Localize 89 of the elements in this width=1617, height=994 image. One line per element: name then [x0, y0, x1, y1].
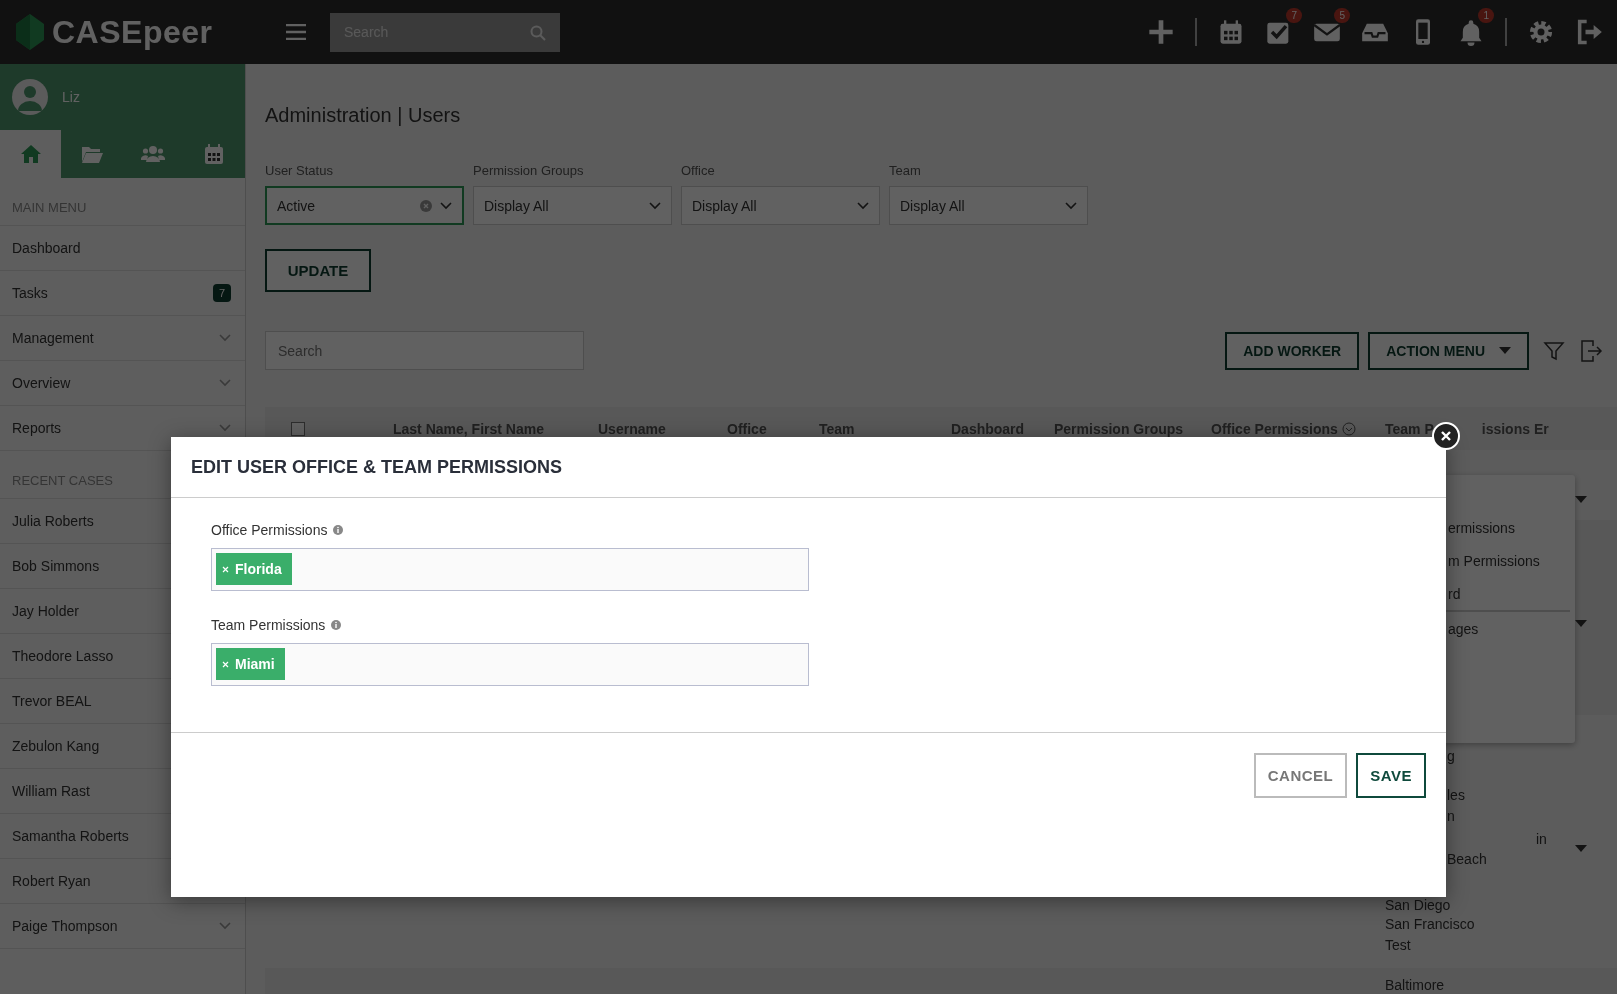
logout-icon: [1575, 18, 1603, 46]
menu-item-label: Overview: [12, 375, 71, 391]
chevron-icon: [649, 201, 661, 210]
filter-label: Team: [889, 163, 922, 178]
menu-item[interactable]: Management: [0, 316, 245, 361]
case-name: Samantha Roberts: [12, 828, 129, 844]
tag-chip[interactable]: Miami: [216, 648, 285, 680]
case-name: Jay Holder: [12, 603, 79, 619]
caret-icon: [1575, 845, 1587, 852]
clear-icon[interactable]: [420, 199, 432, 212]
caret-icon: [1575, 620, 1587, 627]
chevron-icon: [219, 922, 231, 930]
case-name: Trevor BEAL: [12, 693, 92, 709]
count-badge: 1: [1478, 8, 1494, 23]
case-name: Robert Ryan: [12, 873, 91, 889]
save-button[interactable]: SAVE: [1356, 753, 1426, 798]
update-button[interactable]: UPDATE: [265, 249, 371, 292]
menu-item[interactable]: Tasks 7: [0, 271, 245, 316]
menu-item[interactable]: Dashboard: [0, 226, 245, 271]
remove-icon[interactable]: [222, 565, 229, 573]
chevron-icon: [219, 379, 231, 387]
tag-input-field[interactable]: Miami: [211, 643, 809, 686]
checkbox[interactable]: [291, 421, 305, 436]
chevron-icon: [857, 201, 869, 210]
count-badge: 5: [1334, 8, 1350, 23]
action-button[interactable]: ADD WORKER: [1225, 331, 1360, 370]
case-name: Bob Simmons: [12, 558, 100, 574]
filter-dropdown[interactable]: Active: [265, 186, 464, 225]
case-name: Theodore Lasso: [12, 648, 114, 664]
leaf-logo-icon: [16, 14, 44, 50]
cancel-button[interactable]: CANCEL: [1253, 753, 1348, 798]
filter-dropdown[interactable]: Display All: [681, 186, 880, 225]
logo-text: CASEpeer: [52, 13, 213, 51]
menu-item-label: Tasks: [12, 285, 48, 301]
caret-icon: [1499, 347, 1511, 354]
chevron-icon: [219, 424, 231, 432]
chevron-circle-icon[interactable]: [1341, 421, 1356, 436]
column-header[interactable]: Er: [1534, 420, 1549, 437]
settings-icon: [1527, 18, 1555, 46]
info-icon: [333, 525, 344, 535]
filter-dropdown[interactable]: Display All: [473, 186, 672, 225]
menu-item[interactable]: Overview: [0, 361, 245, 406]
count-badge: 7: [1286, 8, 1302, 23]
count-badge: 7: [212, 284, 231, 302]
page-title: Administration | Users: [265, 104, 462, 127]
caret-icon: [1575, 496, 1587, 503]
case-name: Zebulon Kang: [12, 738, 100, 754]
filter-label: Permission Groups: [473, 163, 585, 178]
modal-title: EDIT USER OFFICE & TEAM PERMISSIONS: [171, 437, 1446, 498]
toolbar-button[interactable]: 7: [1265, 8, 1302, 46]
avatar-icon: [12, 79, 48, 115]
filter-label: User Status: [265, 163, 334, 178]
action-button[interactable]: ACTION MENU: [1368, 331, 1529, 370]
filter-dropdown[interactable]: Display All: [889, 186, 1088, 225]
search-icon: [530, 24, 546, 41]
chevron-icon: [219, 334, 231, 342]
table-cell: in: [1536, 831, 1547, 847]
table-cell: San Diego: [1385, 897, 1451, 913]
table-cell: Beach: [1447, 851, 1487, 867]
filter-icon[interactable]: [1543, 339, 1565, 362]
filter-label: Office: [681, 163, 716, 178]
close-icon: [1440, 430, 1452, 442]
column-header[interactable]: issions: [1481, 420, 1530, 437]
sidebar-tab[interactable]: [0, 130, 62, 178]
plus-icon: [1147, 18, 1175, 46]
table-cell: les: [1447, 787, 1465, 803]
chevron-icon: [440, 201, 452, 210]
info-icon: [331, 620, 342, 630]
table-cell: Baltimore: [1385, 977, 1445, 993]
menu-item-label: Management: [12, 330, 94, 346]
toolbar-button[interactable]: 5: [1313, 8, 1350, 46]
table-cell: n: [1447, 808, 1455, 824]
remove-icon[interactable]: [222, 660, 229, 668]
user-name: Liz: [62, 89, 80, 105]
table-cell: g: [1447, 748, 1455, 764]
table-cell: Test: [1385, 937, 1411, 953]
recent-case-item[interactable]: Paige Thompson: [0, 904, 245, 949]
chevron-icon: [1065, 201, 1077, 210]
export-icon[interactable]: [1579, 339, 1603, 362]
table-cell: San Francisco: [1385, 916, 1475, 932]
tag-input-field[interactable]: Florida: [211, 548, 809, 591]
menu-icon[interactable]: [286, 24, 306, 40]
case-name: Paige Thompson: [12, 918, 118, 934]
tag-chip[interactable]: Florida: [216, 553, 292, 585]
case-name: William Rast: [12, 783, 90, 799]
menu-item-label: Dashboard: [12, 240, 81, 256]
menu-item-label: Reports: [12, 420, 62, 436]
case-name: Julia Roberts: [12, 513, 94, 529]
toolbar-button[interactable]: 1: [1457, 8, 1494, 46]
